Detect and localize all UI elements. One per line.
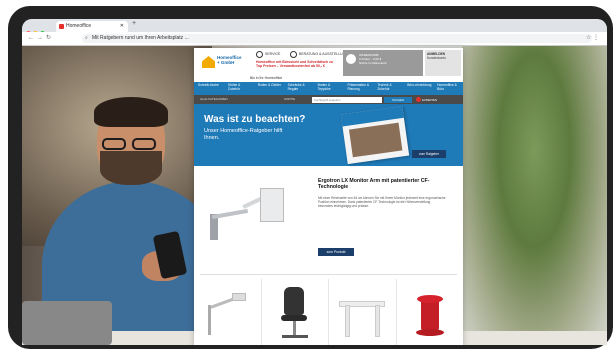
address-toolbar: ←→↻ ⌕ Mit Ratgebern rund um Ihren Arbeit… [22, 32, 607, 46]
tab-title: Homeoffice [66, 23, 92, 29]
close-tab-icon[interactable]: ✕ [120, 21, 124, 32]
nav-item[interactable]: Schränke & Regale [284, 82, 314, 95]
expert-button[interactable]: EXPERTEN [416, 97, 437, 103]
search-input[interactable]: Suchbegriff eingeben [312, 96, 382, 103]
banner-heading: Was ist zu beachten? [204, 114, 306, 125]
service-button[interactable]: SERVICE [256, 50, 280, 58]
expert-label: EXPERTEN [422, 97, 438, 102]
beratung-label: BERATUNG & AUSSTELLUNG [299, 52, 348, 56]
chat-icon [290, 50, 297, 58]
beratung-button[interactable]: BERATUNG & AUSSTELLUNG [290, 50, 348, 58]
nav-item[interactable]: Technik & Zubehör [373, 82, 403, 95]
search-button[interactable]: SUCHEN [384, 96, 412, 103]
product-button[interactable]: zum Produkt [318, 248, 354, 256]
nav-item[interactable]: Büro-einrichtung [403, 82, 433, 95]
thumb-desk[interactable] [329, 279, 397, 345]
cart-icon [346, 54, 356, 64]
ratgeber-banner: Was ist zu beachten? Unser Homeoffice-Ra… [194, 104, 463, 166]
browser-tab[interactable]: Homeoffice ✕ [56, 21, 128, 32]
forward-icon[interactable]: → [37, 35, 46, 41]
product-teaser: Ergotron LX Monitor Arm mit patentierter… [194, 170, 463, 270]
person-beard [100, 151, 162, 185]
nav-item[interactable]: Schreib-tische [194, 82, 224, 95]
person-glasses [102, 137, 162, 150]
new-tab-icon[interactable]: + [132, 20, 136, 27]
account-sub: Kundenkonto [427, 56, 446, 60]
nav-buttons: ←→↻ [28, 34, 54, 41]
promo-text: Homeoffice mit Bürostuhl und Schreibtisc… [256, 60, 334, 68]
service-icon [256, 50, 263, 58]
site-header: Homeoffice + GmbH SERVICE BERATUNG & AUSS… [194, 48, 463, 82]
account-box[interactable]: ANMELDEN Kundenkonto [425, 50, 461, 76]
website-page: Homeoffice + GmbH SERVICE BERATUNG & AUSS… [194, 48, 463, 345]
browser-window: Homeoffice ✕ + ←→↻ ⌕ Mit Ratgebern rund … [22, 19, 607, 345]
site-tagline: Bis in Ihr Homeoffice [250, 76, 283, 80]
sort-select[interactable]: SORTIE [284, 97, 295, 101]
banner-subtext: Unser Homeoffice-Ratgeber hilft Ihnen. [204, 128, 283, 141]
nav-item[interactable]: Stühle & Zubehör [224, 82, 254, 95]
category-select[interactable]: ALLE KATEGORIEN [200, 97, 228, 101]
search-icon: ⌕ [85, 35, 88, 41]
cart-box[interactable]: WARENKORB 0 Artikel – 0,00 € Nichts im W… [343, 50, 423, 76]
tab-bar: Homeoffice ✕ + [22, 19, 607, 36]
address-text: Mit Ratgebern rund um Ihren Arbeitsplatz… [92, 35, 189, 41]
nav-item[interactable]: Homeoffice & Büro [433, 82, 463, 95]
expert-icon [416, 97, 421, 103]
product-title: Ergotron LX Monitor Arm mit patentierter… [318, 178, 430, 190]
product-thumbnails [194, 279, 463, 345]
divider [200, 274, 457, 275]
magazine-image [340, 105, 410, 165]
photo-plant [462, 46, 607, 345]
thumb-chair[interactable] [262, 279, 329, 345]
logo-line2: + GmbH [217, 60, 235, 65]
site-logo[interactable]: Homeoffice + GmbH [202, 55, 242, 71]
nav-item[interactable]: Rollen & Gleiter [254, 82, 284, 95]
star-icon[interactable]: ☆ ⋮ [586, 34, 599, 41]
house-logo-icon [202, 56, 215, 68]
address-bar[interactable]: ⌕ Mit Ratgebern rund um Ihren Arbeitspla… [82, 34, 592, 43]
thumb-lamp[interactable] [194, 279, 262, 345]
main-nav: Schreib-tische Stühle & Zubehör Rollen &… [194, 82, 463, 95]
monitor-arm-image[interactable] [208, 184, 288, 254]
photo-laptop [22, 301, 112, 345]
tablet-frame: Homeoffice ✕ + ←→↻ ⌕ Mit Ratgebern rund … [8, 6, 613, 349]
reload-icon[interactable]: ↻ [46, 35, 54, 41]
nav-item[interactable]: Boden & Teppiche [314, 82, 344, 95]
product-description: Mit einer Reichweite von 64 cm können Si… [318, 196, 446, 209]
banner-button[interactable]: zum Ratgeber [412, 150, 446, 158]
back-icon[interactable]: ← [28, 35, 37, 41]
cart-empty-text: Nichts im Warenkorb [359, 61, 387, 65]
person-hair [94, 97, 168, 127]
thumb-stool[interactable] [397, 279, 464, 345]
favicon-icon [59, 24, 64, 29]
filter-bar: ALLE KATEGORIEN SORTIE Suchbegriff einge… [194, 95, 463, 104]
nav-item[interactable]: Präsentation & Planung [343, 82, 373, 95]
service-label: SERVICE [265, 52, 281, 56]
